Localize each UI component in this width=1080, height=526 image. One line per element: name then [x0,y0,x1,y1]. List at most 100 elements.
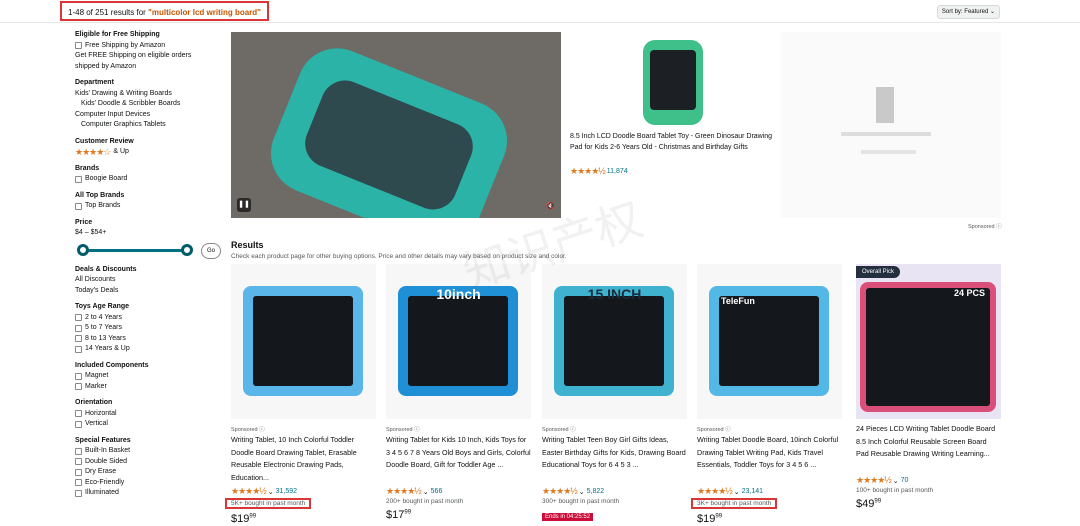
product-title[interactable]: Writing Tablet, 10 Inch Colorful Toddler… [231,434,376,484]
checkbox[interactable] [75,335,82,343]
chevron-down-icon[interactable]: ⌄ [893,477,899,485]
product-title[interactable]: Writing Tablet Doodle Board, 10inch Colo… [697,434,842,484]
price-slider-min-handle[interactable] [77,243,89,256]
department-item[interactable]: Computer Graphics Tablets [75,120,225,131]
sponsored-video[interactable]: ❚❚ 🔇 [231,32,561,218]
sort-dropdown[interactable]: Sort by: Featured ⌄ [936,5,1000,19]
deals-item[interactable]: All Discounts [75,275,225,286]
chevron-down-icon[interactable]: ⌄ [579,488,585,496]
product-title[interactable]: Writing Tablet for Kids 10 Inch, Kids To… [386,434,531,484]
checkbox[interactable] [75,372,82,380]
checkbox[interactable] [75,383,82,391]
filter-feature-option[interactable]: Eco-Friendly [75,478,225,489]
product-title[interactable]: Writing Tablet Teen Boy Girl Gifts Ideas… [542,434,687,484]
filter-brand-option[interactable]: Boogie Board [75,174,225,185]
product-card[interactable]: TeleFun Sponsored ⓘ Writing Tablet Doodl… [691,264,842,525]
checkbox[interactable] [75,420,82,428]
product-rating[interactable]: ★★★★½ ⌄ 566 [386,486,531,497]
banner-product-rating[interactable]: ★★★★½ 11,874 [570,166,628,177]
product-price[interactable]: $4999 [856,498,1001,510]
product-card[interactable]: Overall Pick 24 PCS . 24 Pieces LCD Writ… [856,264,1001,510]
info-icon[interactable]: ⓘ [725,427,731,433]
deals-item[interactable]: Today's Deals [75,286,225,297]
checkbox[interactable] [75,175,82,183]
product-rating[interactable]: ★★★★½ ⌄ 23,141 [697,486,842,497]
product-image[interactable]: 15 INCH [542,264,687,419]
checkbox[interactable] [75,324,82,332]
review-count[interactable]: 70 [901,477,909,484]
banner-product-image[interactable] [643,40,703,125]
filter-feature-option[interactable]: Dry Erase [75,467,225,478]
checkbox[interactable] [75,314,82,322]
review-count[interactable]: 23,141 [742,488,763,495]
checkbox[interactable] [75,458,82,466]
banner-product-title[interactable]: 8.5 Inch LCD Doodle Board Tablet Toy - G… [570,132,775,153]
filter-label: Boogie Board [85,175,128,182]
info-icon[interactable]: ⓘ [996,224,1002,230]
checkbox[interactable] [75,447,82,455]
product-image[interactable]: 10inch [386,264,531,419]
product-title[interactable]: 24 Pieces LCD Writing Tablet Doodle Boar… [856,423,1001,473]
product-card[interactable]: 10inch Sponsored ⓘ Writing Tablet for Ki… [386,264,531,521]
review-count[interactable]: 11,874 [607,168,628,175]
filter-age-option[interactable]: 2 to 4 Years [75,313,225,324]
price-slider[interactable]: Go [75,241,221,259]
review-filter-4-up[interactable]: ★★★★☆ & Up [75,147,225,158]
product-price[interactable]: $1999 [231,513,376,525]
filter-top-brands-option[interactable]: Top Brands [75,201,225,212]
product-rating[interactable]: ★★★★½ ⌄ 5,822 [542,486,687,497]
checkbox[interactable] [75,468,82,476]
product-image[interactable] [231,264,376,419]
price-slider-max-handle[interactable] [181,243,193,256]
review-count[interactable]: 5,822 [587,488,605,495]
filter-feature-option[interactable]: Built-In Basket [75,446,225,457]
banner-blurred-panel [781,32,1001,218]
product-card[interactable]: 15 INCH Sponsored ⓘ Writing Tablet Teen … [542,264,687,523]
results-count: 1-48 of 251 results for "multicolor lcd … [60,1,269,21]
chevron-down-icon[interactable]: ⌄ [423,488,429,496]
price-go-button[interactable]: Go [201,242,221,259]
info-icon[interactable]: ⓘ [570,427,576,433]
review-label: & Up [113,148,129,155]
product-tablet-shape [398,286,518,396]
product-rating[interactable]: ★★★★½ ⌄ 70 [856,475,1001,486]
review-count[interactable]: 31,592 [276,488,297,495]
filter-feature-option[interactable]: Double Sided [75,457,225,468]
pause-icon[interactable]: ❚❚ [237,198,251,212]
product-image[interactable]: TeleFun [697,264,842,419]
checkbox[interactable] [75,345,82,353]
department-item[interactable]: Computer Input Devices [75,110,225,121]
chevron-down-icon[interactable]: ⌄ [268,488,274,496]
product-card[interactable]: Sponsored ⓘ Writing Tablet, 10 Inch Colo… [225,264,376,525]
product-price[interactable]: $1799 [386,509,531,521]
filter-component-option[interactable]: Marker [75,382,225,393]
filter-age-option[interactable]: 8 to 13 Years [75,334,225,345]
department-item[interactable]: Kids' Drawing & Writing Boards [75,89,225,100]
filter-orientation-option[interactable]: Horizontal [75,409,225,420]
info-icon[interactable]: ⓘ [259,427,265,433]
filter-orientation-option[interactable]: Vertical [75,419,225,430]
chevron-down-icon[interactable]: ⌄ [734,488,740,496]
checkbox[interactable] [75,489,82,497]
review-count[interactable]: 566 [431,488,443,495]
product-image[interactable]: Overall Pick 24 PCS [856,264,1001,419]
checkbox[interactable] [75,42,82,50]
sort-value: Featured [964,9,989,15]
filter-component-option[interactable]: Magnet [75,371,225,382]
filter-label: 5 to 7 Years [85,324,122,331]
filter-age-option[interactable]: 14 Years & Up [75,344,225,355]
filter-feature-option[interactable]: Illuminated [75,488,225,499]
mute-icon[interactable]: 🔇 [546,202,555,210]
department-item[interactable]: Kids' Doodle & Scribbler Boards [75,99,225,110]
checkbox[interactable] [75,479,82,487]
filter-free-shipping[interactable]: Free Shipping by Amazon [75,41,225,52]
banner-product[interactable]: 8.5 Inch LCD Doodle Board Tablet Toy - G… [563,32,778,218]
filter-age-option[interactable]: 5 to 7 Years [75,323,225,334]
product-price[interactable]: $1999 [697,513,842,525]
info-icon[interactable]: ⓘ [414,427,420,433]
filter-label: Horizontal [85,409,117,417]
product-rating[interactable]: ★★★★½ ⌄ 31,592 [231,486,376,497]
checkbox[interactable] [75,202,82,210]
checkbox[interactable] [75,410,82,418]
sponsored-label[interactable]: Sponsored ⓘ [968,222,1002,230]
